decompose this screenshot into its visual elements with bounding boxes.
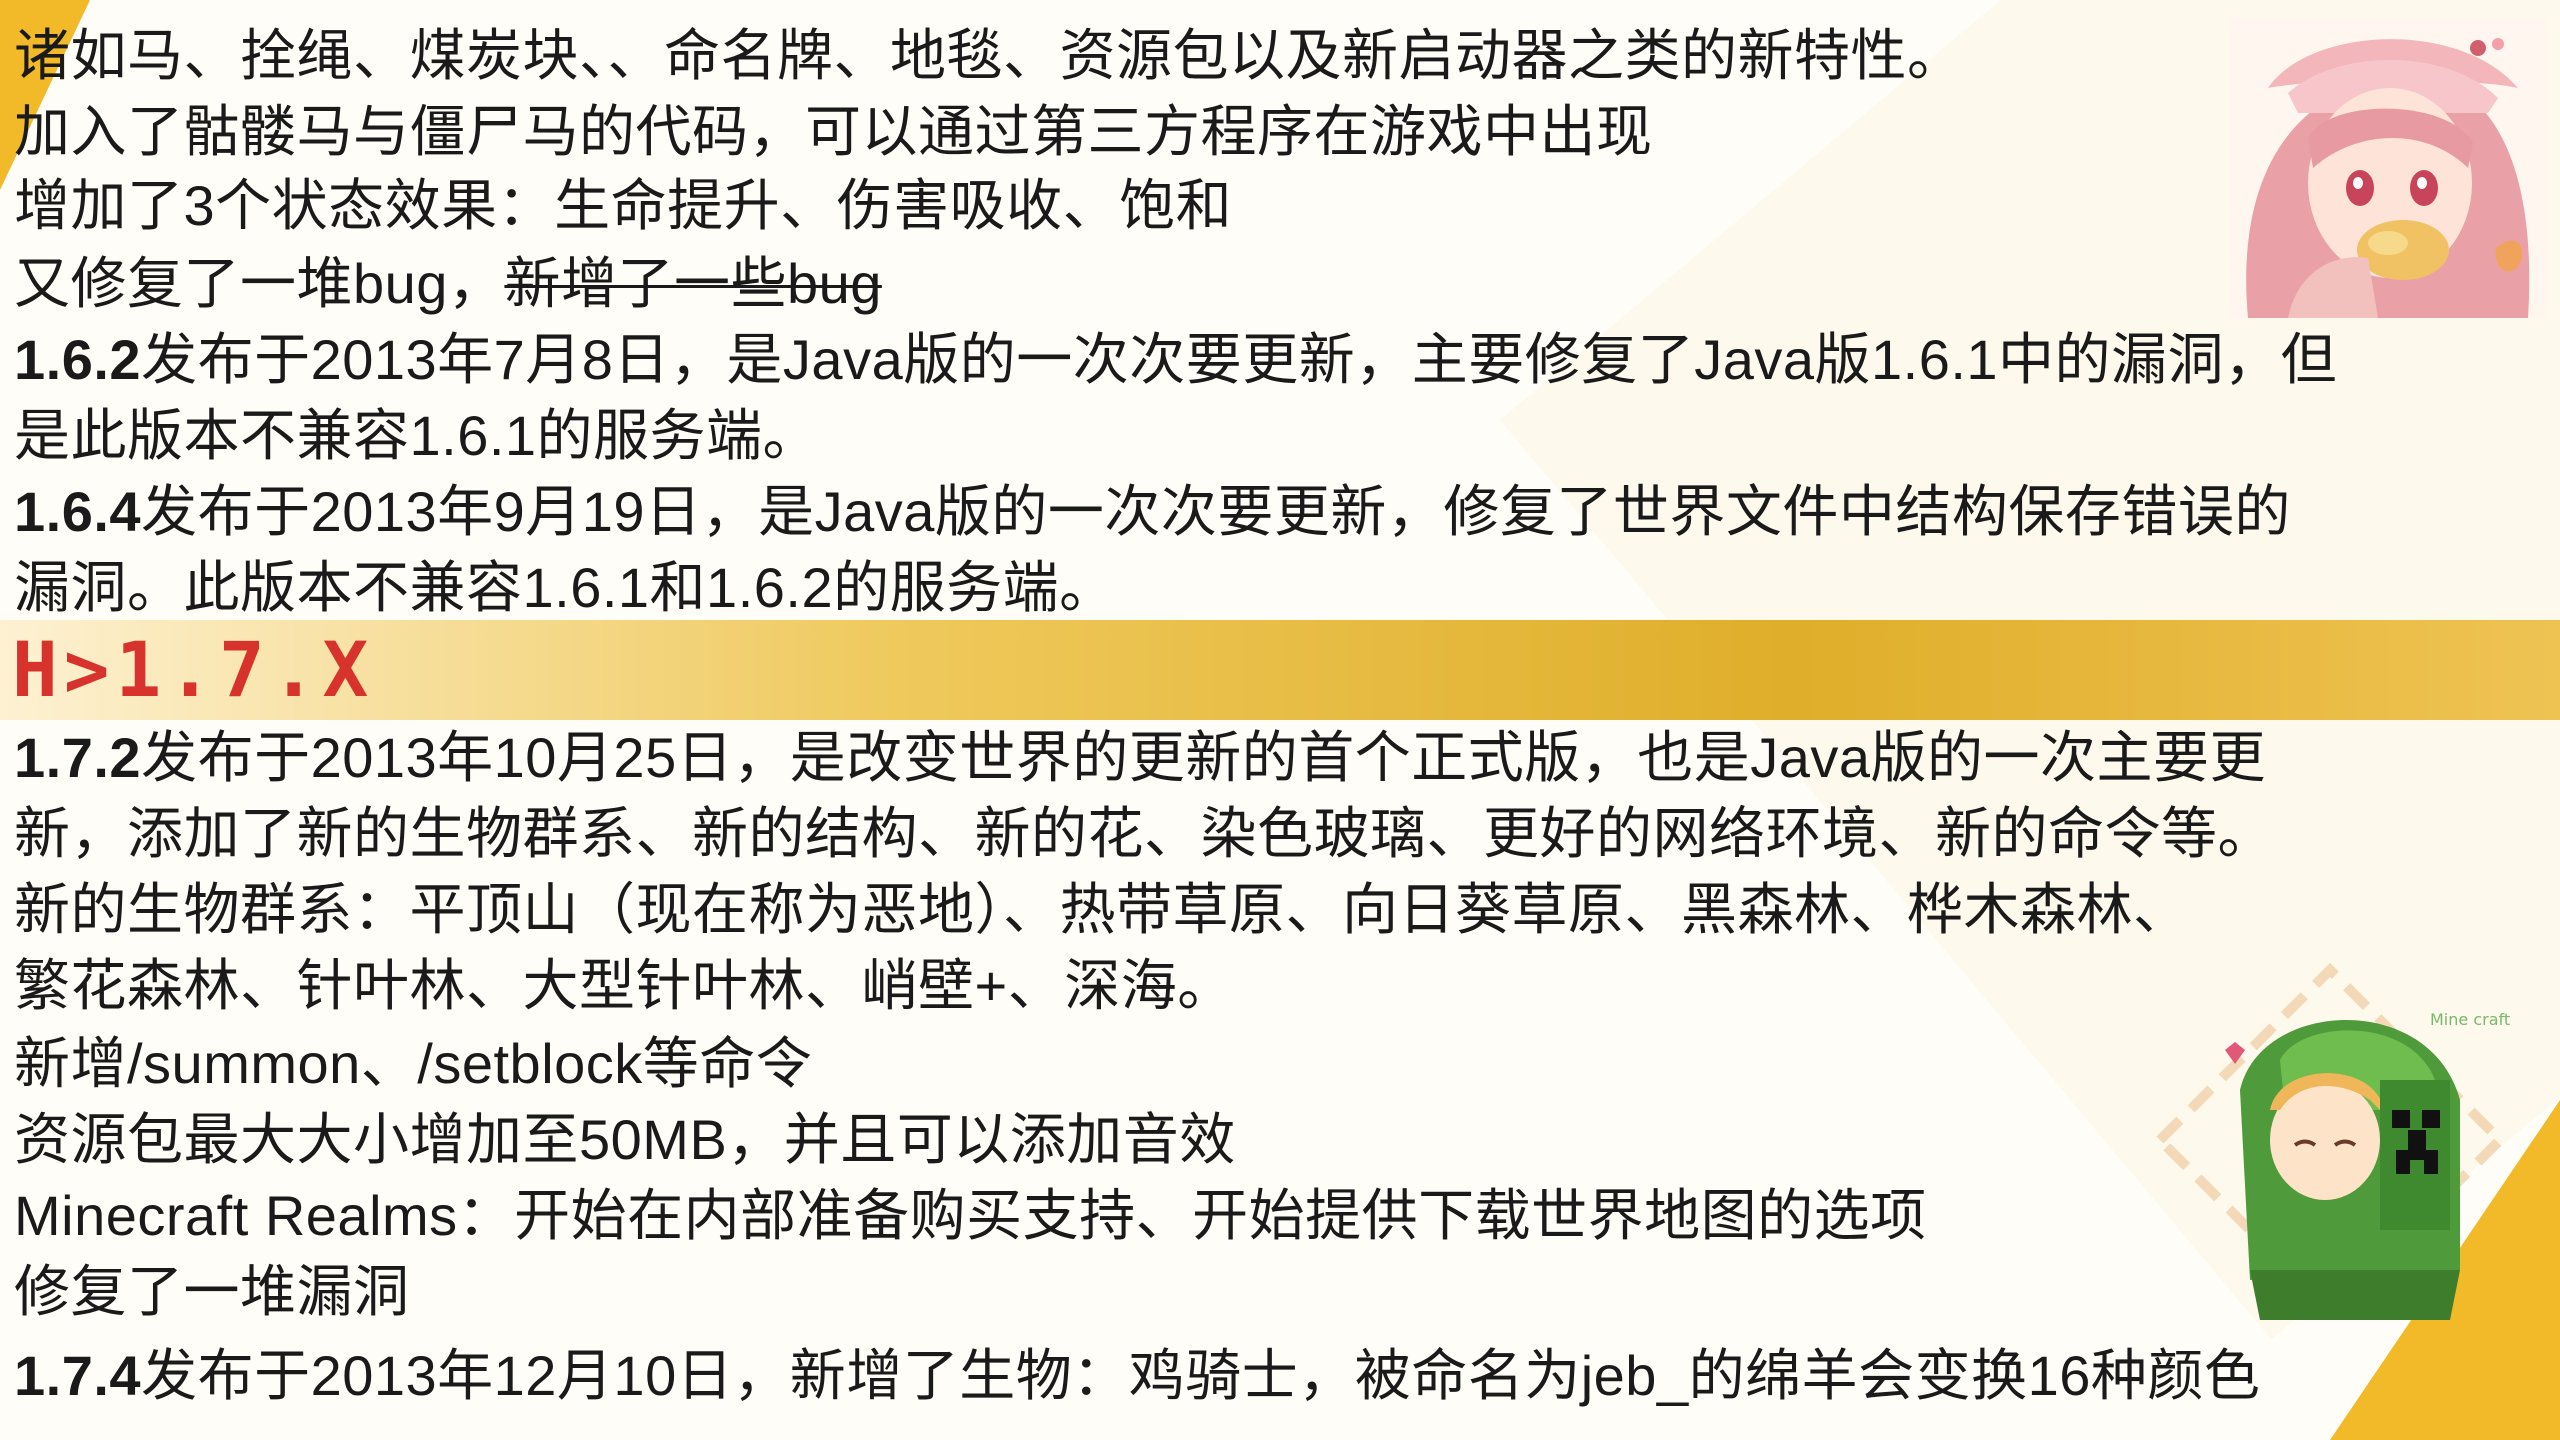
text-segment: 资源包最大大小增加至50MB，并且可以添加音效 xyxy=(14,1108,1236,1171)
text-line: 1.6.4发布于2013年9月19日，是Java版的一次次要更新，修复了世界文件… xyxy=(14,474,2291,550)
version-number: 1.7.2 xyxy=(14,726,142,789)
text-segment: 发布于2013年7月8日，是Java版的一次次要更新，主要修复了Java版1.6… xyxy=(141,328,2338,391)
text-segment: 是此版本不兼容1.6.1的服务端。 xyxy=(14,404,820,467)
text-segment: 新增/summon、/setblock等命令 xyxy=(14,1032,813,1095)
text-segment: 新的生物群系：平顶山（现在称为恶地）、热带草原、向日葵草原、黑森林、桦木森林、 xyxy=(14,878,2190,941)
creeper-hoodie-illustration: Mine craft xyxy=(2130,940,2530,1340)
text-line: 资源包最大大小增加至50MB，并且可以添加音效 xyxy=(14,1102,1236,1178)
text-segment: 新，添加了新的生物群系、新的结构、新的花、染色玻璃、更好的网络环境、新的命令等。 xyxy=(14,802,2274,865)
text-segment: 发布于2013年10月25日，是改变世界的更新的首个正式版，也是Java版的一次… xyxy=(141,726,2267,789)
text-segment: 增加了3个状态效果：生命提升、伤害吸收、饱和 xyxy=(14,174,1233,237)
text-line: 新增/summon、/setblock等命令 xyxy=(14,1026,812,1102)
text-segment: 繁花森林、针叶林、大型针叶林、峭壁+、深海。 xyxy=(14,954,1234,1017)
text-line: 新的生物群系：平顶山（现在称为恶地）、热带草原、向日葵草原、黑森林、桦木森林、 xyxy=(14,872,2190,948)
text-line: 新，添加了新的生物群系、新的结构、新的花、染色玻璃、更好的网络环境、新的命令等。 xyxy=(14,796,2274,872)
version-number: 1.6.4 xyxy=(14,480,142,543)
text-line: 增加了3个状态效果：生命提升、伤害吸收、饱和 xyxy=(14,168,1232,244)
text-line: 又修复了一堆bug，新增了一些bug xyxy=(14,246,882,322)
version-number: 1.6.2 xyxy=(14,328,142,391)
text-line: 繁花森林、针叶林、大型针叶林、峭壁+、深海。 xyxy=(14,948,1234,1024)
text-line: 修复了一堆漏洞 xyxy=(14,1254,410,1330)
text-segment: 漏洞。此版本不兼容1.6.1和1.6.2的服务端。 xyxy=(14,556,1116,619)
text-line: 加入了骷髅马与僵尸马的代码，可以通过第三方程序在游戏中出现 xyxy=(14,94,1653,170)
text-segment: 加入了骷髅马与僵尸马的代码，可以通过第三方程序在游戏中出现 xyxy=(14,100,1653,163)
text-segment: 发布于2013年12月10日，新增了生物：鸡骑士，被命名为jeb_的绵羊会变换1… xyxy=(141,1344,2261,1407)
text-line: 是此版本不兼容1.6.1的服务端。 xyxy=(14,398,819,474)
text-line: 漏洞。此版本不兼容1.6.1和1.6.2的服务端。 xyxy=(14,550,1116,626)
text-segment: 诸如马、拴绳、煤炭块、、命名牌、地毯、资源包以及新启动器之类的新特性。 xyxy=(14,24,1964,87)
text-segment: 发布于2013年9月19日，是Java版的一次次要更新，修复了世界文件中结构保存… xyxy=(141,480,2291,543)
struck-text: 新增了一些bug xyxy=(504,252,882,315)
text-line: Minecraft Realms：开始在内部准备购买支持、开始提供下载世界地图的… xyxy=(14,1178,1927,1254)
text-line: 诸如马、拴绳、煤炭块、、命名牌、地毯、资源包以及新启动器之类的新特性。 xyxy=(14,18,1964,94)
svg-text:Mine craft: Mine craft xyxy=(2430,1010,2510,1029)
text-line: 1.6.2发布于2013年7月8日，是Java版的一次次要更新，主要修复了Jav… xyxy=(14,322,2337,398)
text-segment: Minecraft Realms：开始在内部准备购买支持、开始提供下载世界地图的… xyxy=(14,1184,1927,1247)
text-line: 1.7.2发布于2013年10月25日，是改变世界的更新的首个正式版，也是Jav… xyxy=(14,720,2266,796)
text-segment: 修复了一堆漏洞 xyxy=(14,1260,410,1323)
version-number: 1.7.4 xyxy=(14,1344,142,1407)
anime-girl-illustration xyxy=(2228,18,2546,318)
text-segment: 又修复了一堆bug， xyxy=(14,252,505,315)
text-line: 1.7.4发布于2013年12月10日，新增了生物：鸡骑士，被命名为jeb_的绵… xyxy=(14,1338,2260,1414)
